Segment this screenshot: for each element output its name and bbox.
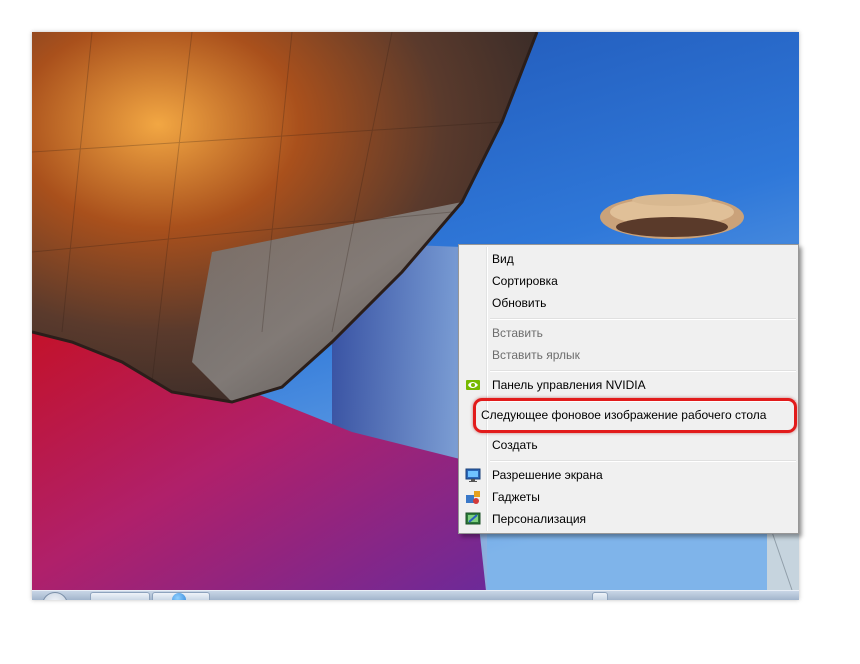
menu-item-label: Гаджеты (492, 490, 540, 504)
menu-item-sort[interactable]: Сортировка (461, 270, 796, 292)
gadgets-icon (466, 491, 480, 504)
menu-item-label: Вид (492, 252, 514, 266)
menu-separator (490, 318, 796, 320)
menu-separator (490, 460, 796, 462)
menu-item-new[interactable]: Создать (461, 434, 796, 456)
taskbar-button[interactable] (592, 592, 608, 600)
menu-item-paste-shortcut[interactable]: Вставить ярлык (461, 344, 796, 366)
menu-item-label: Создать (492, 438, 538, 452)
browser-icon[interactable] (172, 593, 186, 600)
menu-item-label: Вставить ярлык (492, 348, 580, 362)
menu-item-nvidia-control-panel[interactable]: Панель управления NVIDIA (461, 374, 796, 396)
menu-item-refresh[interactable]: Обновить (461, 292, 796, 314)
taskbar (32, 590, 799, 600)
menu-item-screen-resolution[interactable]: Разрешение экрана (461, 464, 796, 486)
menu-item-label: Персонализация (492, 512, 587, 526)
personalization-icon (465, 512, 481, 525)
menu-item-label: Разрешение экрана (492, 468, 603, 482)
taskbar-button[interactable] (90, 592, 150, 600)
menu-item-label: Обновить (492, 296, 547, 310)
highlight-annotation (473, 398, 797, 433)
menu-item-label: Панель управления NVIDIA (492, 378, 646, 392)
menu-separator (490, 370, 796, 372)
menu-item-personalization[interactable]: Персонализация (461, 508, 796, 530)
display-icon (465, 468, 481, 482)
menu-item-paste[interactable]: Вставить (461, 322, 796, 344)
menu-item-label: Сортировка (492, 274, 558, 288)
menu-item-view[interactable]: Вид (461, 248, 796, 270)
menu-item-gadgets[interactable]: Гаджеты (461, 486, 796, 508)
desktop-context-menu: Вид Сортировка Обновить Вставить Вставит… (458, 244, 799, 534)
nvidia-icon (466, 380, 480, 390)
menu-item-label: Вставить (492, 326, 543, 340)
